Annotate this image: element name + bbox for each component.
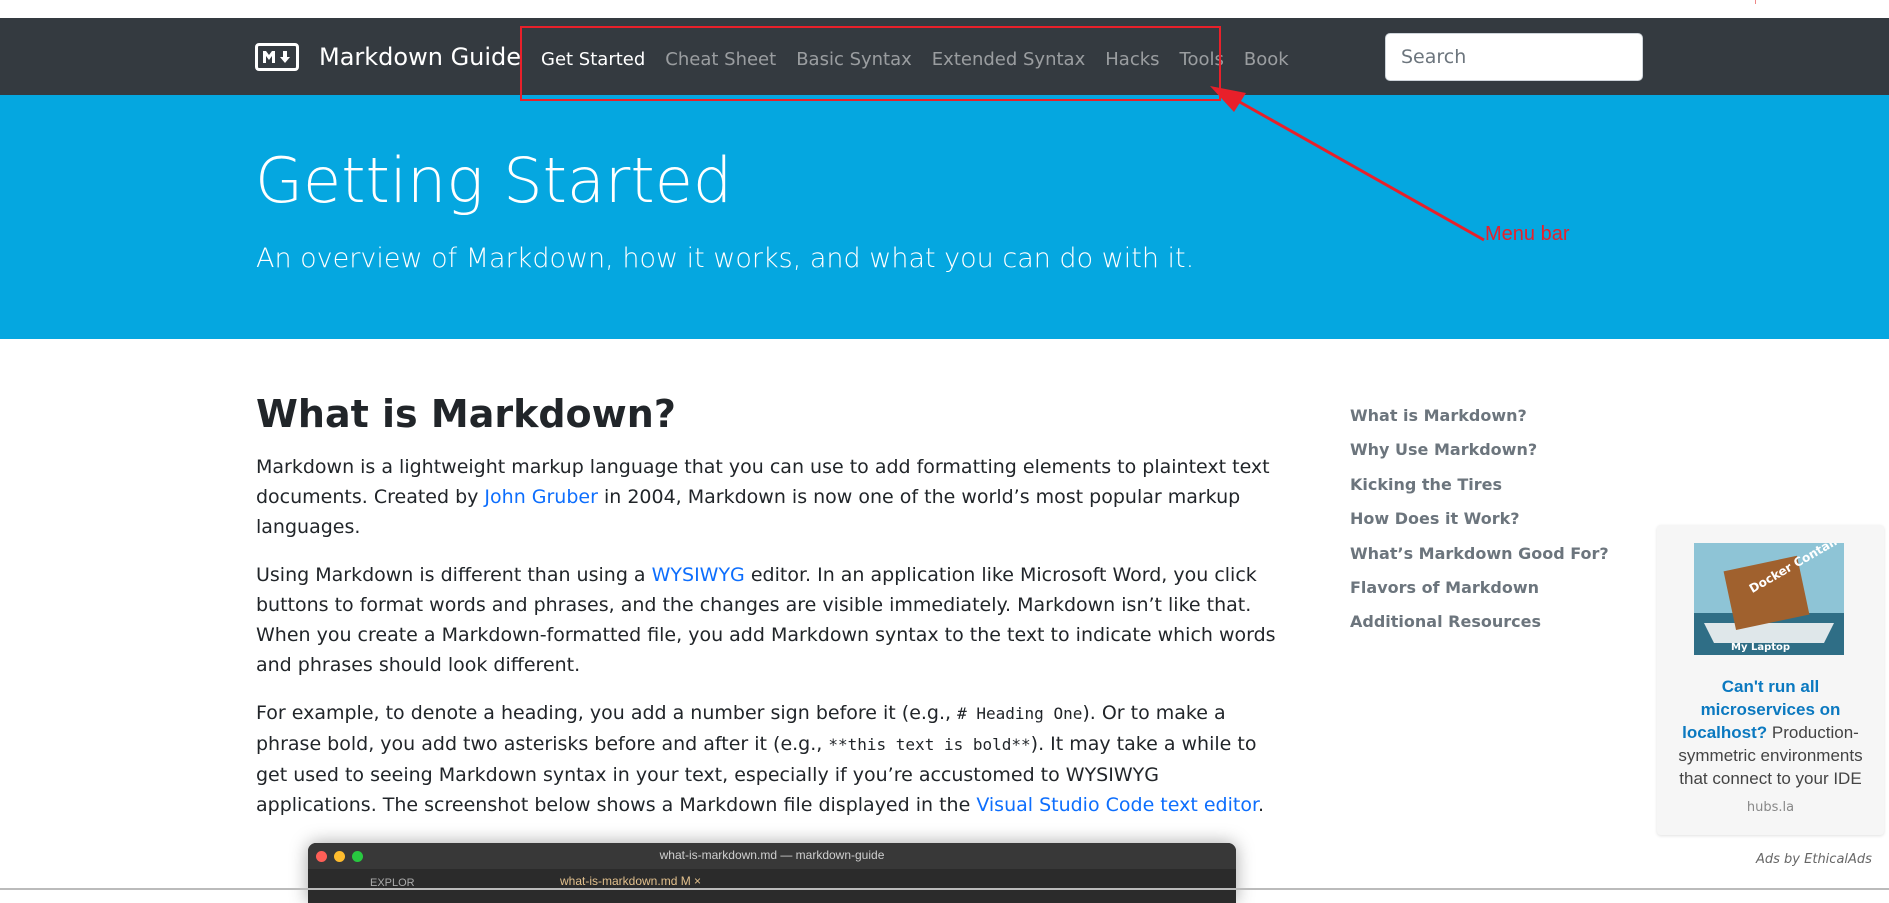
annotation-label: Menu bar xyxy=(1485,223,1570,245)
link-wysiwyg[interactable]: WYSIWYG xyxy=(652,564,745,586)
ad-image[interactable]: Docker Container My Laptop xyxy=(1694,525,1855,655)
ad-image-caption-laptop: My Laptop xyxy=(1731,642,1790,653)
ad-domain: hubs.la xyxy=(1746,800,1795,815)
section-heading: What is Markdown? xyxy=(256,392,676,436)
editor-titlebar: what-is-markdown.md — markdown-guide xyxy=(308,843,1236,869)
table-of-contents: What is Markdown? Why Use Markdown? Kick… xyxy=(1350,405,1609,646)
editor-tab: what-is-markdown.md M × xyxy=(560,874,702,888)
page-title: Getting Started xyxy=(255,144,733,217)
brand[interactable]: Markdown Guide xyxy=(255,43,521,71)
code-bold-example: **this text is bold** xyxy=(828,735,1031,754)
brand-name: Markdown Guide xyxy=(319,43,522,71)
toc-item-kicking-the-tires[interactable]: Kicking the Tires xyxy=(1350,474,1609,496)
toc-item-how-does-it-work[interactable]: How Does it Work? xyxy=(1350,508,1609,530)
toc-item-additional-resources[interactable]: Additional Resources xyxy=(1350,611,1609,633)
ad-text[interactable]: Can't run all microservices on localhost… xyxy=(1669,675,1872,790)
toc-item-what-is-markdown[interactable]: What is Markdown? xyxy=(1350,405,1609,427)
page-subtitle: An overview of Markdown, how it works, a… xyxy=(256,243,1195,274)
link-vscode[interactable]: Visual Studio Code text editor xyxy=(976,794,1258,816)
top-edge-mark xyxy=(1755,0,1756,4)
editor-screenshot: what-is-markdown.md — markdown-guide EXP… xyxy=(308,843,1236,903)
toc-item-why-use-markdown[interactable]: Why Use Markdown? xyxy=(1350,439,1609,461)
ad-card[interactable]: Docker Container My Laptop Can't run all… xyxy=(1657,525,1884,835)
nav-link-book[interactable]: Book xyxy=(1244,48,1289,72)
main-content: What is Markdown? Markdown is a lightwei… xyxy=(256,388,1276,838)
toc-item-flavors[interactable]: Flavors of Markdown xyxy=(1350,577,1609,599)
search-input[interactable] xyxy=(1385,33,1643,81)
code-heading-example: # Heading One xyxy=(957,704,1083,723)
paragraph-example: For example, to denote a heading, you ad… xyxy=(256,702,1265,816)
markdown-logo-icon xyxy=(255,43,299,71)
toc-item-good-for[interactable]: What’s Markdown Good For? xyxy=(1350,543,1609,565)
hero-banner: Getting Started An overview of Markdown,… xyxy=(0,95,1889,339)
menu-bar-annotation-box xyxy=(520,26,1221,101)
paragraph-wysiwyg: Using Markdown is different than using a… xyxy=(256,564,1276,676)
ads-attribution[interactable]: Ads by EthicalAds xyxy=(1756,852,1872,867)
paragraph-intro: Markdown is a lightweight markup languag… xyxy=(256,456,1270,538)
link-john-gruber[interactable]: John Gruber xyxy=(484,486,598,508)
editor-window-title: what-is-markdown.md — markdown-guide xyxy=(659,848,885,862)
